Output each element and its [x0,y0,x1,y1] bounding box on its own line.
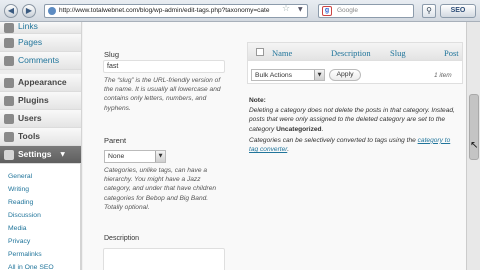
submenu-reading[interactable]: Reading [0,196,80,209]
seo-toolbar-button[interactable]: SEO [440,4,476,18]
slug-label: Slug [104,50,120,59]
submenu-general[interactable]: General [0,170,80,183]
menu-pages[interactable]: Pages [0,34,81,52]
forward-icon: ▶ [25,6,33,15]
bulk-actions-value: Bulk Actions [255,72,293,79]
categories-table-header: Name Description Slug Post [247,42,463,61]
back-button[interactable]: ◀ [4,4,18,18]
mouse-cursor-icon: ↖ [470,140,479,151]
submenu-media[interactable]: Media [0,222,80,235]
submenu-writing[interactable]: Writing [0,183,80,196]
admin-sidebar: Links Pages Comments Appearance Plugins … [0,22,82,270]
favicon-icon [48,7,56,15]
note-punct: . [287,146,290,154]
magnifier-icon: ⚲ [426,6,432,15]
item-count: 1 item [434,72,452,79]
main-content: Slug fast The “slug” is the URL-friendly… [83,22,480,270]
menu-comments[interactable]: Comments [0,52,81,70]
description-label: Description [104,235,140,242]
menu-links[interactable]: Links [0,22,81,34]
menu-label: Pages [18,37,43,47]
column-description[interactable]: Description [331,48,371,58]
menu-users[interactable]: Users [0,110,81,128]
apply-button[interactable]: Apply [329,69,361,81]
note-text-2: Categories can be selectively converted … [249,136,418,144]
back-icon: ◀ [7,6,15,15]
bookmark-star-icon[interactable]: ☆ [282,4,290,14]
menu-label: Plugins [18,95,49,105]
menu-appearance[interactable]: Appearance [0,74,81,92]
appearance-icon [4,78,14,88]
browser-toolbar: ◀ ▶ http://www.totalwebnet.com/blog/wp-a… [0,0,480,22]
search-go-button[interactable]: ⚲ [422,4,436,18]
menu-label: Users [18,113,42,123]
column-slug[interactable]: Slug [390,48,406,58]
pages-icon [4,38,14,48]
menu-plugins[interactable]: Plugins [0,92,81,110]
plugins-icon [4,96,14,106]
collapse-arrow-icon[interactable]: ▼ [60,146,65,163]
description-textarea[interactable] [103,248,225,270]
submenu-privacy[interactable]: Privacy [0,235,80,248]
submenu-discussion[interactable]: Discussion [0,209,80,222]
slug-input[interactable]: fast [103,60,225,73]
search-input[interactable]: g Google [318,4,414,18]
select-all-checkbox[interactable] [256,48,264,56]
note-heading: Note: [249,97,266,104]
parent-select[interactable]: None ▼ [104,150,166,163]
submenu-permalinks[interactable]: Permalinks [0,248,80,261]
menu-label: Tools [18,131,41,141]
links-icon [4,23,14,33]
comments-icon [4,56,14,66]
search-placeholder: Google [337,7,358,14]
menu-label: Settings [18,149,52,159]
forward-button[interactable]: ▶ [22,4,36,18]
settings-submenu: General Writing Reading Discussion Media… [0,164,81,270]
bulk-actions-select[interactable]: Bulk Actions ▼ [251,69,325,81]
note-punct: . [321,125,324,133]
chevron-down-icon: ▼ [314,70,324,80]
google-icon: g [322,6,332,16]
slug-description: The “slug” is the URL-friendly version o… [104,77,221,112]
chevron-down-icon: ▼ [155,151,165,162]
settings-icon [4,150,14,160]
address-url: http://www.totalwebnet.com/blog/wp-admin… [59,7,270,14]
menu-label: Comments [18,55,60,65]
column-name[interactable]: Name [272,48,292,58]
parent-description: Categories, unlike tags, can have a hier… [104,167,217,211]
menu-tools[interactable]: Tools [0,128,81,146]
menu-label: Appearance [18,77,67,87]
uncategorized-term: Uncategorized [276,125,322,133]
column-post[interactable]: Post [444,48,459,58]
menu-settings[interactable]: Settings ▼ [0,146,81,164]
category-note: Note: Deleting a category does not delet… [249,96,461,154]
address-dropdown-icon[interactable]: ▼ [298,6,303,13]
submenu-all-in-one-seo[interactable]: All in One SEO [0,261,80,270]
users-icon [4,114,14,124]
tools-icon [4,132,14,142]
address-bar[interactable]: http://www.totalwebnet.com/blog/wp-admin… [44,4,308,18]
parent-selected-value: None [108,153,125,160]
parent-label: Parent [104,136,127,145]
menu-label: Links [18,21,38,31]
